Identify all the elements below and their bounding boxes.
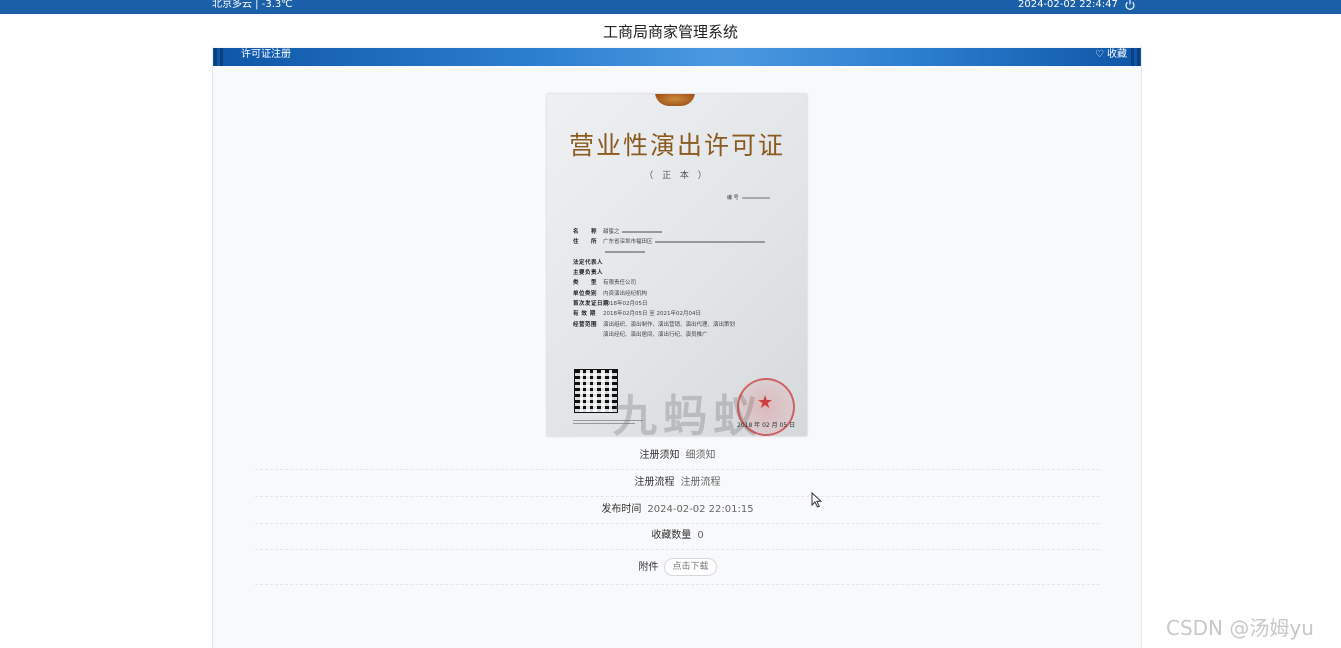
license-field-label: 主要负责人 [573, 270, 604, 277]
license-field: 首次发证日期2018年02月05日 [573, 299, 793, 309]
favorite-button[interactable]: ♡ 收藏 [1095, 48, 1127, 61]
license-field-value: 内资演出经纪机构 [603, 290, 648, 297]
license-number: 编 号 [727, 194, 770, 201]
national-emblem [655, 94, 695, 106]
top-status-bar: 北京多云 | -3.3℃ 2024-02-02 22:4:47 [0, 0, 1341, 14]
site-title: 工商局商家管理系统 [602, 23, 738, 41]
info-row-publish: 发布时间 2024-02-02 22:01:15 [255, 497, 1100, 524]
license-field: 住 所广东省深圳市福田区 [573, 237, 793, 247]
license-image: 营业性演出许可证 （ 正 本 ） 编 号 名 称甜蜜之 住 所广东省深圳市福田区… [547, 94, 807, 436]
license-field-label: 类 型 [573, 280, 598, 287]
info-row-process: 注册流程 注册流程 [255, 470, 1100, 497]
license-field-value: 2018年02月05日 至 2021年02月04日 [603, 311, 701, 318]
attachment-label: 附件 [638, 562, 659, 573]
license-field-value: 有限责任公司 [603, 280, 637, 287]
license-field-label: 住 所 [573, 239, 598, 246]
license-field-label: 有 效 期 [573, 311, 596, 318]
header-decor-bar [1131, 48, 1134, 66]
license-fields: 名 称甜蜜之 住 所广东省深圳市福田区 法定代表人 主要负责人 类 型有限责任公… [573, 227, 793, 340]
info-row-favcount: 收藏数量 0 [255, 523, 1100, 550]
license-number-label: 编 号 [727, 195, 739, 201]
panel-title: 许可证注册 [241, 49, 291, 60]
license-field: 有 效 期 2018年02月05日 至 2021年02月04日 [573, 309, 793, 319]
license-field-value: 甜蜜之 [603, 229, 620, 235]
license-field-value: 演出经纪、演出居间、演出行纪、演员推广 [603, 331, 708, 338]
license-field: 名 称甜蜜之 [573, 227, 793, 237]
license-field-label: 名 称 [573, 229, 598, 235]
fav-count-value: 0 [697, 530, 704, 541]
publish-time-value: 2024-02-02 22:01:15 [647, 504, 754, 515]
star-icon: ★ [757, 392, 774, 413]
info-row-attachment: 附件 点击下载 [255, 552, 1100, 585]
license-field-label: 首次发证日期 [573, 301, 610, 308]
license-field-label: 经营范围 [573, 321, 598, 328]
notice-label: 注册须知 [639, 450, 680, 461]
datetime-text: 2024-02-02 22:4:47 [1018, 0, 1118, 10]
detail-panel: 许可证注册 ♡ 收藏 营业性演出许可证 （ 正 本 ） 编 号 名 称甜蜜之 住 … [212, 46, 1142, 648]
power-icon[interactable] [1124, 0, 1136, 11]
license-subtitle: （ 正 本 ） [644, 171, 710, 181]
redacted-number [741, 196, 770, 199]
mouse-cursor-icon [811, 492, 823, 508]
license-field: 单位类别 内资演出经纪机构 [573, 289, 793, 299]
notice-value: 细须知 [685, 450, 716, 461]
panel-header: 许可证注册 ♡ 收藏 [213, 48, 1141, 66]
weather-text: 北京多云 | -3.3℃ [212, 0, 293, 10]
download-button[interactable]: 点击下载 [664, 558, 717, 576]
license-field: 法定代表人 [573, 258, 793, 268]
license-title: 营业性演出许可证 [568, 131, 785, 160]
license-field: 类 型有限责任公司 [573, 278, 793, 288]
redaction-line [605, 251, 645, 254]
header-decor-bar [214, 48, 217, 66]
license-field-value: 2018年02月05日 [603, 301, 648, 308]
license-field: 演出经纪、演出居间、演出行纪、演员推广 [573, 330, 793, 340]
license-field-label: 单位类别 [573, 290, 598, 297]
license-field [573, 248, 793, 258]
fav-count-label: 收藏数量 [651, 530, 692, 541]
process-label: 注册流程 [634, 477, 675, 488]
license-field: 经营范围 演出组织、演出制作、演出营销、演出代理、演出策划 [573, 320, 793, 330]
license-field-label: 法定代表人 [573, 259, 604, 266]
redaction-line [621, 230, 662, 233]
csdn-watermark: CSDN @汤姆yu [1166, 616, 1314, 640]
info-row-notice: 注册须知 细须知 [255, 443, 1100, 470]
redaction-line [654, 240, 765, 243]
license-date: 2018 年 02 月 05 日 [737, 422, 796, 429]
publish-time-label: 发布时间 [601, 504, 642, 515]
process-value: 注册流程 [680, 477, 721, 488]
header-decor-bar [220, 48, 223, 66]
license-field-value: 广东省深圳市福田区 [603, 239, 653, 246]
heart-outline-icon: ♡ [1095, 49, 1104, 60]
header-decor-bar [1137, 48, 1140, 66]
qr-code [574, 369, 618, 413]
license-field: 主要负责人 [573, 268, 793, 278]
license-field-value: 演出组织、演出制作、演出营销、演出代理、演出策划 [603, 321, 736, 328]
favorite-label: 收藏 [1107, 49, 1127, 60]
